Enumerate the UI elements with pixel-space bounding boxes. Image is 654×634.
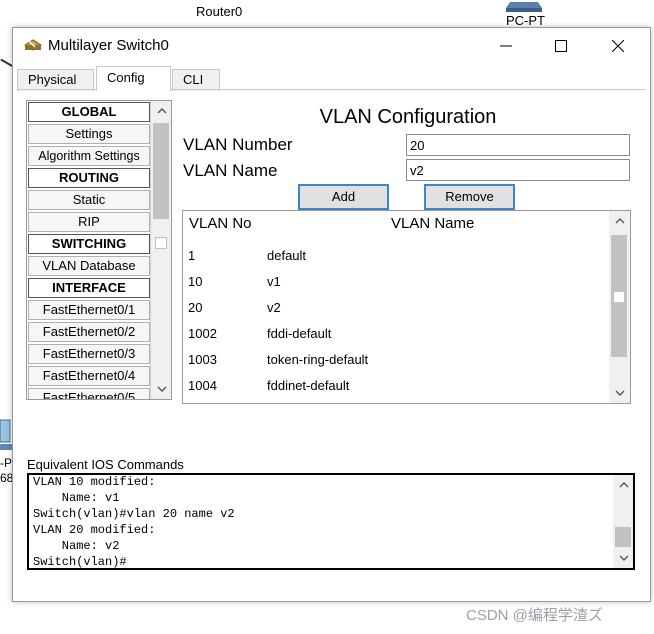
chevron-up-icon[interactable] xyxy=(609,211,630,231)
table-row[interactable]: 1004 fddinet-default xyxy=(183,373,608,399)
sidebar-item-vlan-database[interactable]: VLAN Database xyxy=(28,256,150,276)
sidebar-header-routing: ROUTING xyxy=(28,168,150,188)
vlan-number-label: VLAN Number xyxy=(183,135,293,154)
vlan-no-cell: 1003 xyxy=(188,352,217,367)
tab-cli[interactable]: CLI xyxy=(172,69,220,91)
table-row[interactable]: 1 default xyxy=(183,243,608,269)
sidebar-header-global: GLOBAL xyxy=(28,102,150,122)
vlan-number-input[interactable] xyxy=(406,134,630,156)
console-scrollbar[interactable] xyxy=(613,475,633,568)
minimize-icon xyxy=(500,45,512,47)
ios-commands-console[interactable]: VLAN 10 modified: Name: v1 Switch(vlan)#… xyxy=(27,473,635,570)
vlan-name-cell: fddinet-default xyxy=(267,378,350,393)
chevron-up-icon[interactable] xyxy=(151,101,171,121)
chevron-up-icon[interactable] xyxy=(613,475,633,495)
ios-commands-label: Equivalent IOS Commands xyxy=(27,457,184,472)
sidebar-scroll-marker xyxy=(155,237,167,249)
minimize-button[interactable] xyxy=(483,33,529,59)
device-window: Multilayer Switch0 Physical Config CLI G… xyxy=(12,27,651,602)
maximize-icon xyxy=(555,40,567,52)
table-scroll-marker xyxy=(613,291,625,303)
sidebar-item-fastethernet0-1[interactable]: FastEthernet0/1 xyxy=(28,300,150,320)
sidebar-header-switching: SWITCHING xyxy=(28,234,150,254)
table-scrollbar[interactable] xyxy=(609,211,630,403)
vlan-no-cell: 1004 xyxy=(188,378,217,393)
config-sidebar: GLOBAL Settings Algorithm Settings ROUTI… xyxy=(26,100,172,400)
table-row[interactable]: 10 v1 xyxy=(183,269,608,295)
chevron-down-icon[interactable] xyxy=(151,379,171,399)
router0-label: Router0 xyxy=(196,4,243,19)
pc-pt-label: PC-PT xyxy=(506,13,545,28)
column-header-vlan-no: VLAN No xyxy=(189,215,252,232)
vlan-no-cell: 10 xyxy=(188,274,203,289)
vlan-name-input[interactable] xyxy=(406,159,630,181)
console-line: Switch(vlan)#vlan 20 name v2 xyxy=(33,507,235,521)
sidebar-scrollbar[interactable] xyxy=(150,101,171,399)
close-icon xyxy=(612,40,624,52)
sidebar-item-fastethernet0-4[interactable]: FastEthernet0/4 xyxy=(28,366,150,386)
table-row[interactable]: 1002 fddi-default xyxy=(183,321,608,347)
chevron-down-icon[interactable] xyxy=(609,383,630,403)
title-bar[interactable]: Multilayer Switch0 xyxy=(13,28,650,64)
device-partial-icon[interactable] xyxy=(0,418,12,454)
maximize-button[interactable] xyxy=(538,33,584,59)
sidebar-item-static[interactable]: Static xyxy=(28,190,150,210)
vlan-name-cell: fddi-default xyxy=(267,326,332,341)
sidebar-item-settings[interactable]: Settings xyxy=(28,124,150,144)
add-button[interactable]: Add xyxy=(298,184,389,210)
console-line: Name: v1 xyxy=(33,491,120,505)
console-line: VLAN 20 modified: xyxy=(33,523,156,537)
pc-device-icon[interactable] xyxy=(504,0,544,14)
table-row[interactable]: 1003 token-ring-default xyxy=(183,347,608,373)
sidebar-item-fastethernet0-2[interactable]: FastEthernet0/2 xyxy=(28,322,150,342)
sidebar-list: GLOBAL Settings Algorithm Settings ROUTI… xyxy=(28,102,150,399)
sidebar-item-rip[interactable]: RIP xyxy=(28,212,150,232)
vlan-no-cell: 1002 xyxy=(188,326,217,341)
watermark: CSDN @编程学渣ズ xyxy=(466,607,603,624)
console-line: Switch(vlan)# xyxy=(33,555,127,569)
sidebar-header-interface: INTERFACE xyxy=(28,278,150,298)
console-line: Name: v2 xyxy=(33,539,120,553)
console-scroll-thumb[interactable] xyxy=(615,527,631,547)
chevron-down-icon[interactable] xyxy=(613,548,633,568)
console-line: VLAN 10 modified: xyxy=(33,475,156,489)
vlan-no-cell: 1 xyxy=(188,248,196,263)
page-title: VLAN Configuration xyxy=(319,106,497,128)
vlan-name-cell: token-ring-default xyxy=(267,352,369,367)
tab-config[interactable]: Config xyxy=(96,66,171,91)
sidebar-item-fastethernet0-3[interactable]: FastEthernet0/3 xyxy=(28,344,150,364)
sidebar-scroll-thumb[interactable] xyxy=(153,123,169,219)
sidebar-item-fastethernet0-5[interactable]: FastEthernet0/5 xyxy=(28,388,150,399)
window-title: Multilayer Switch0 xyxy=(48,37,169,54)
vlan-no-cell: 20 xyxy=(188,300,203,315)
vlan-name-cell: default xyxy=(267,248,307,263)
vlan-name-cell: v2 xyxy=(267,300,281,315)
table-row[interactable]: 20 v2 xyxy=(183,295,608,321)
sidebar-item-algorithm-settings[interactable]: Algorithm Settings xyxy=(28,146,150,166)
remove-button[interactable]: Remove xyxy=(424,184,515,210)
tab-physical[interactable]: Physical xyxy=(17,69,94,91)
column-header-vlan-name: VLAN Name xyxy=(391,215,475,232)
vlan-table: VLAN No VLAN Name 1 default 10 v1 20 v2 … xyxy=(182,210,631,404)
vlan-name-cell: v1 xyxy=(267,274,281,289)
vlan-name-label: VLAN Name xyxy=(183,161,278,180)
close-button[interactable] xyxy=(595,33,641,59)
switch-icon xyxy=(24,39,42,51)
